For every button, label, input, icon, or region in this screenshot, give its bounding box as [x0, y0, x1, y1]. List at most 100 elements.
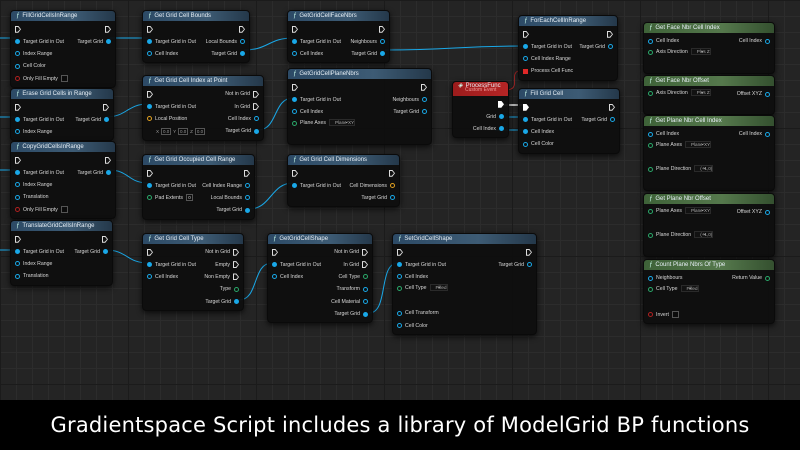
- blue-hollow-pin-icon[interactable]: [272, 274, 277, 280]
- node-getgridcellfacenbrs[interactable]: ƒ GetGridCellFaceNbrs Target Grid in Out Ne…: [287, 10, 390, 64]
- red-hollow-pin-icon[interactable]: [15, 207, 20, 213]
- red-hollow-pin-icon[interactable]: [15, 76, 20, 82]
- node-getgridcellshape[interactable]: ƒ GetGridCellShape Not in Grid Target Grid …: [267, 233, 373, 324]
- blue-filled-pin-icon[interactable]: [147, 183, 152, 189]
- vector-component-field[interactable]: 0.0: [178, 127, 189, 135]
- node-get-grid-cell-type[interactable]: ƒ Get Grid Cell Type Not in Grid Target Gri…: [142, 233, 244, 311]
- exec-pin-icon[interactable]: [362, 261, 368, 269]
- node-header[interactable]: ƒ Fill Grid Cell: [519, 89, 619, 99]
- node-getgridcellplanenbrs[interactable]: ƒ GetGridCellPlaneNbrs Target Grid in Out N…: [287, 68, 432, 146]
- dropdown-select[interactable]: Plane XY: [684, 207, 712, 214]
- exec-pin-icon[interactable]: [233, 261, 239, 269]
- node-count-plane-nbrs-of-type[interactable]: ƒ Count Plane Nbrs Of Type Neighbours Retur…: [643, 259, 775, 324]
- exec-pin-icon[interactable]: [498, 100, 504, 108]
- blue-hollow-pin-icon[interactable]: [292, 109, 297, 115]
- blue-hollow-pin-icon[interactable]: [390, 195, 395, 201]
- dropdown-select[interactable]: Plane XY: [328, 119, 356, 127]
- blue-filled-pin-icon[interactable]: [397, 262, 402, 268]
- node-header[interactable]: ƒ Erase Grid Cells in Range: [11, 89, 113, 99]
- blue-hollow-pin-icon[interactable]: [523, 141, 528, 147]
- node-foreachcellinrange[interactable]: ƒ ForEachCellInRange Target Grid in Out Tar…: [518, 15, 618, 81]
- blue-filled-pin-icon[interactable]: [254, 128, 259, 134]
- node-header[interactable]: ƒ TranslateGridCellsInRange: [11, 221, 112, 231]
- exec-pin-icon[interactable]: [147, 248, 153, 256]
- node-processfunc[interactable]: ◈ ProcessFunc Custom Event Grid Cell Index: [452, 81, 509, 139]
- node-header[interactable]: ƒ Get Grid Cell Bounds: [143, 11, 249, 21]
- checkbox[interactable]: [60, 75, 68, 83]
- blueprint-graph-canvas[interactable]: ƒ FillGridCellsInRange Target Grid in Out T…: [0, 0, 800, 400]
- red-hollow-pin-icon[interactable]: [648, 312, 653, 318]
- dropdown-select[interactable]: (+1,0): [694, 231, 714, 238]
- blue-hollow-pin-icon[interactable]: [15, 182, 20, 188]
- blue-hollow-pin-icon[interactable]: [765, 209, 770, 215]
- blue-hollow-pin-icon[interactable]: [254, 116, 259, 122]
- blue-hollow-pin-icon[interactable]: [610, 117, 615, 123]
- blue-filled-pin-icon[interactable]: [245, 207, 250, 213]
- node-header[interactable]: ƒ Get Plane Nbr Cell Index: [644, 116, 774, 126]
- dropdown-select[interactable]: (+1,0): [694, 165, 714, 173]
- exec-pin-icon[interactable]: [523, 103, 529, 111]
- node-fillgridcellsinrange[interactable]: ƒ FillGridCellsInRange Target Grid in Out T…: [10, 10, 116, 88]
- blue-filled-pin-icon[interactable]: [15, 170, 20, 176]
- blue-hollow-pin-icon[interactable]: [15, 129, 20, 135]
- node-header[interactable]: ƒ Get Face Nbr Offset: [644, 76, 774, 86]
- node-get-plane-nbr-cell-index[interactable]: ƒ Get Plane Nbr Cell Index Cell Index Cell …: [643, 115, 775, 192]
- blue-filled-pin-icon[interactable]: [147, 262, 152, 268]
- blue-hollow-pin-icon[interactable]: [240, 39, 245, 45]
- exec-pin-icon[interactable]: [233, 248, 239, 256]
- blue-hollow-pin-icon[interactable]: [363, 299, 368, 305]
- exec-pin-icon[interactable]: [292, 83, 298, 91]
- blue-hollow-pin-icon[interactable]: [397, 310, 402, 316]
- exec-pin-icon[interactable]: [15, 235, 21, 243]
- exec-pin-icon[interactable]: [526, 248, 532, 256]
- orange-hollow-pin-icon[interactable]: [147, 116, 152, 122]
- exec-pin-icon[interactable]: [379, 25, 385, 33]
- blue-filled-pin-icon[interactable]: [499, 126, 504, 132]
- exec-pin-icon[interactable]: [233, 273, 239, 281]
- blue-filled-pin-icon[interactable]: [523, 44, 528, 50]
- node-erase-grid-cells-in-range[interactable]: ƒ Erase Grid Cells in Range Target Grid in…: [10, 88, 114, 142]
- blue-hollow-pin-icon[interactable]: [15, 273, 20, 279]
- node-header[interactable]: ƒ GetGridCellPlaneNbrs: [288, 69, 431, 79]
- node-get-grid-occupied-cell-range[interactable]: ƒ Get Grid Occupied Cell Range Target Grid…: [142, 154, 255, 220]
- exec-pin-icon[interactable]: [147, 25, 153, 33]
- blue-hollow-pin-icon[interactable]: [245, 195, 250, 201]
- exec-pin-icon[interactable]: [609, 103, 615, 111]
- blue-filled-pin-icon[interactable]: [106, 170, 111, 176]
- blue-filled-pin-icon[interactable]: [234, 299, 239, 305]
- node-get-face-nbr-offset[interactable]: ƒ Get Face Nbr Offset Axis Direction Plus Z…: [643, 75, 775, 115]
- vector-component-field[interactable]: 0.0: [194, 127, 205, 135]
- checkbox[interactable]: [60, 206, 68, 214]
- exec-pin-icon[interactable]: [105, 156, 111, 164]
- blue-filled-pin-icon[interactable]: [240, 51, 245, 57]
- exec-pin-icon[interactable]: [292, 169, 298, 177]
- exec-pin-icon[interactable]: [292, 25, 298, 33]
- blue-hollow-pin-icon[interactable]: [422, 97, 427, 103]
- blue-filled-pin-icon[interactable]: [106, 39, 111, 45]
- node-header[interactable]: ƒ Get Grid Cell Index at Point: [143, 76, 263, 86]
- node-header[interactable]: ƒ FillGridCellsInRange: [11, 11, 115, 21]
- dropdown-select[interactable]: Plus Z: [690, 89, 711, 96]
- node-header[interactable]: ƒ Get Plane Nbr Offset: [644, 194, 774, 204]
- blue-hollow-pin-icon[interactable]: [147, 51, 152, 57]
- blue-hollow-pin-icon[interactable]: [380, 39, 385, 45]
- blue-hollow-pin-icon[interactable]: [648, 131, 653, 137]
- red-square-pin-icon[interactable]: [523, 68, 528, 74]
- node-header[interactable]: ƒ SetGridCellShape: [393, 234, 536, 244]
- exec-pin-icon[interactable]: [105, 25, 111, 33]
- blue-hollow-pin-icon[interactable]: [765, 91, 770, 97]
- blue-hollow-pin-icon[interactable]: [422, 109, 427, 115]
- node-get-grid-cell-bounds[interactable]: ƒ Get Grid Cell Bounds Target Grid in Out L…: [142, 10, 250, 64]
- dropdown-select[interactable]: Filled: [429, 284, 448, 292]
- exec-pin-icon[interactable]: [397, 248, 403, 256]
- blue-hollow-pin-icon[interactable]: [363, 286, 368, 292]
- blue-filled-pin-icon[interactable]: [272, 262, 277, 268]
- node-header[interactable]: ƒ Count Plane Nbrs Of Type: [644, 260, 774, 270]
- blue-filled-pin-icon[interactable]: [104, 117, 109, 123]
- blue-hollow-pin-icon[interactable]: [15, 194, 20, 200]
- blue-hollow-pin-icon[interactable]: [765, 38, 770, 44]
- vector-component-field[interactable]: 0.0: [161, 127, 172, 135]
- exec-pin-icon[interactable]: [15, 103, 21, 111]
- node-copygridcellsinrange[interactable]: ƒ CopyGridCellsInRange Target Grid in Out T…: [10, 141, 116, 219]
- exec-pin-icon[interactable]: [362, 248, 368, 256]
